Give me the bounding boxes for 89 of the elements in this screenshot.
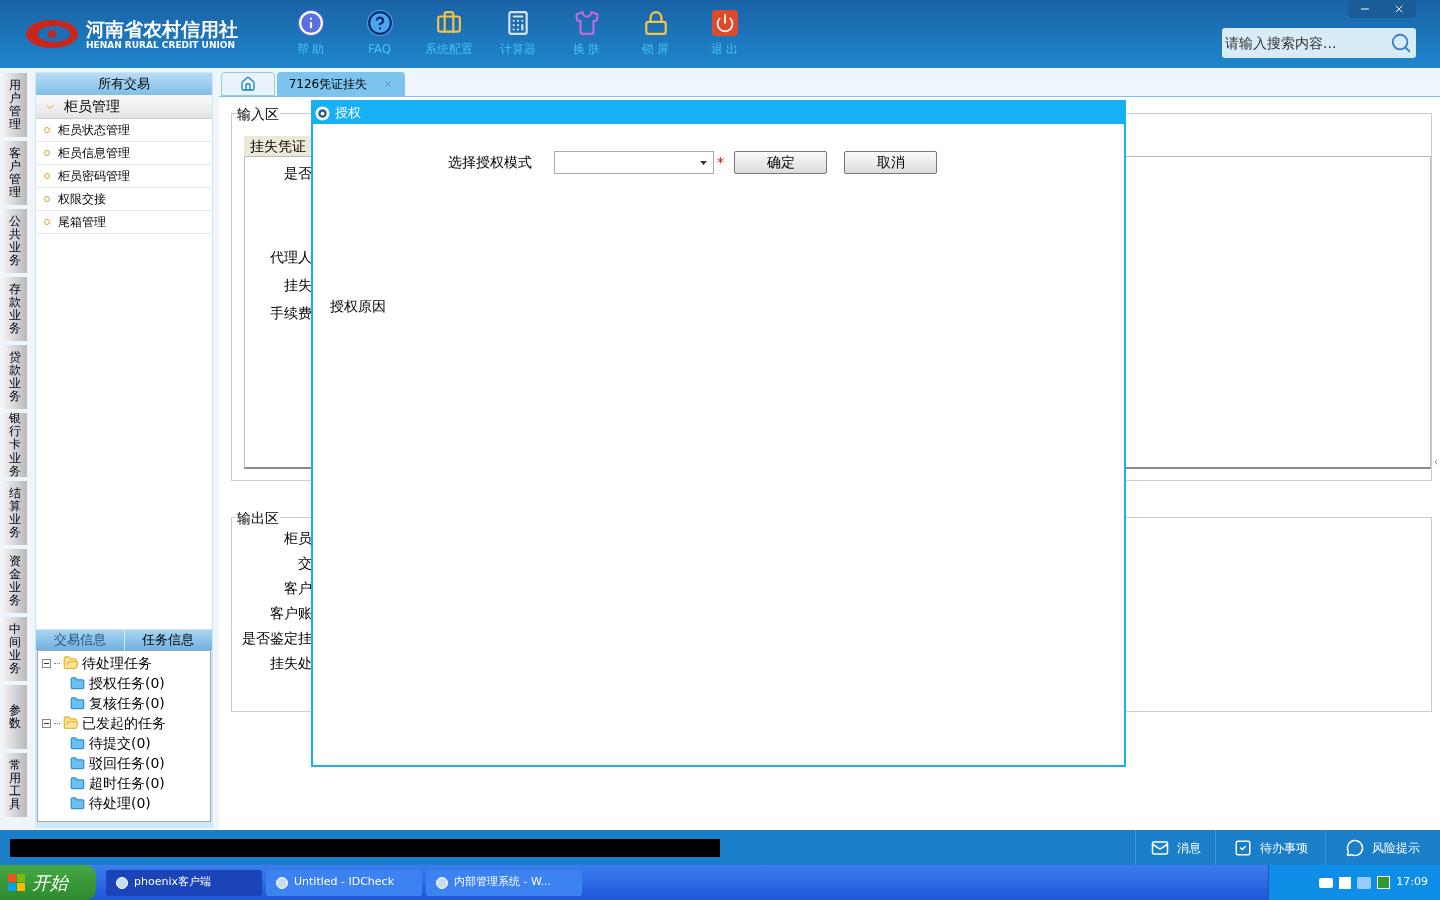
field-label: 手续费 <box>270 305 312 321</box>
tray-icon <box>1339 876 1352 889</box>
tree-toggle[interactable] <box>42 718 51 728</box>
chat-icon <box>1346 838 1364 857</box>
home-icon <box>240 76 256 92</box>
page-tab[interactable]: 7126凭证挂失 <box>277 72 405 96</box>
app-icon <box>116 876 128 889</box>
tree-node[interactable]: 授权任务(0) <box>89 672 165 694</box>
dialog-button[interactable]: 取消 <box>844 151 937 174</box>
field-label: 选择授权模式 <box>448 153 533 172</box>
tree-toggle[interactable] <box>42 658 51 668</box>
side-tab[interactable]: 公共业务 <box>3 209 27 273</box>
field-label: 交 <box>298 555 312 571</box>
taskbar-item[interactable]: Untitled - IDCheck <box>266 869 422 896</box>
dialog-button[interactable]: 确定 <box>734 151 827 174</box>
close-icon <box>383 79 394 89</box>
folder-icon <box>70 755 85 771</box>
folder-icon <box>63 655 79 671</box>
field-label: 挂失 <box>284 277 312 293</box>
folder-icon <box>63 715 79 731</box>
field-label: 是否鉴定挂 <box>242 630 312 646</box>
lock-icon <box>642 10 669 36</box>
logo-subtitle: HENAN RURAL CREDIT UNION <box>86 39 236 51</box>
taskbar-item[interactable]: phoenix客户端 <box>106 869 262 896</box>
shirt-icon <box>573 10 600 36</box>
tree-node[interactable]: 驳回任务(0) <box>89 752 165 774</box>
side-tab[interactable]: 用户管理 <box>3 73 27 137</box>
field-label: 柜员 <box>284 530 312 546</box>
field-label: 客户 <box>284 580 312 596</box>
side-tab[interactable]: 参数 <box>3 685 27 749</box>
info-icon <box>297 10 324 36</box>
start-button[interactable]: 开始 <box>0 865 96 900</box>
clock: 17:09 <box>1396 874 1428 891</box>
side-tab[interactable]: 客户管理 <box>3 141 27 205</box>
side-tab[interactable]: 中间业务 <box>3 617 27 681</box>
field-label: 是否 <box>284 165 312 181</box>
folder-icon <box>70 695 85 711</box>
field-label: 授权原因 <box>330 297 386 316</box>
sidebar-group[interactable]: 柜员管理 <box>36 95 212 119</box>
sidebar-item[interactable]: 尾箱管理 <box>36 211 212 234</box>
folder-icon <box>70 735 85 751</box>
side-tab[interactable]: 存款业务 <box>3 277 27 341</box>
side-tab[interactable]: 资金业务 <box>3 549 27 613</box>
toolbox-icon <box>435 10 462 36</box>
search-icon <box>1390 32 1412 54</box>
panel-tab[interactable]: 交易信息 <box>36 630 124 650</box>
tree-node[interactable]: 待处理任务 <box>82 652 152 674</box>
sidebar-item[interactable]: 柜员密码管理 <box>36 165 212 188</box>
sidebar-item[interactable]: 权限交接 <box>36 188 212 211</box>
search-field[interactable]: 请输入搜索内容... <box>1222 28 1416 58</box>
field-label: 挂失处 <box>270 655 312 671</box>
logo-icon <box>24 17 80 51</box>
home-tab[interactable] <box>221 72 275 96</box>
dialog-title: 授权 <box>335 104 361 123</box>
dropdown-arrow-icon <box>700 160 707 165</box>
windows-logo-icon <box>8 873 26 892</box>
mode-dropdown[interactable] <box>554 151 714 174</box>
folder-icon <box>70 795 85 811</box>
sidebar-item[interactable]: 柜员状态管理 <box>36 119 212 142</box>
checkbox-icon <box>1233 838 1252 857</box>
required-mark: * <box>717 153 725 172</box>
side-tab[interactable]: 结算业务 <box>3 481 27 545</box>
app-icon <box>276 876 288 889</box>
side-tab[interactable]: 银行卡业务 <box>3 413 27 477</box>
app-logo-icon <box>315 105 330 121</box>
tree-node[interactable]: 已发起的任务 <box>82 712 166 734</box>
app-icon <box>436 876 448 889</box>
tree-node[interactable]: 超时任务(0) <box>89 772 165 794</box>
side-tab[interactable]: 贷款业务 <box>3 345 27 409</box>
field-label: 代理人 <box>270 249 312 265</box>
field-label: 客户账 <box>270 605 312 621</box>
tree-node[interactable]: 复核任务(0) <box>89 692 165 714</box>
tray-icon <box>1377 876 1391 889</box>
power-icon <box>711 10 738 36</box>
sidebar-item[interactable]: 柜员信息管理 <box>36 142 212 165</box>
tree-node[interactable]: 待处理(0) <box>89 792 151 814</box>
close-icon <box>1393 3 1405 15</box>
network-icon <box>1357 876 1372 889</box>
mail-icon <box>1150 838 1169 857</box>
help-icon <box>366 10 393 36</box>
folder-icon <box>70 775 85 791</box>
keyboard-icon <box>1319 877 1334 888</box>
logo-title: 河南省农村信用社 <box>86 17 238 40</box>
side-tab[interactable]: 常用工具 <box>3 753 27 817</box>
folder-icon <box>70 675 85 691</box>
tree-node[interactable]: 待提交(0) <box>89 732 151 754</box>
taskbar-item[interactable]: 内部管理系统 - W... <box>426 869 582 896</box>
sidebar-header: 所有交易 <box>36 73 212 95</box>
section-legend: 输入区 <box>236 104 280 125</box>
